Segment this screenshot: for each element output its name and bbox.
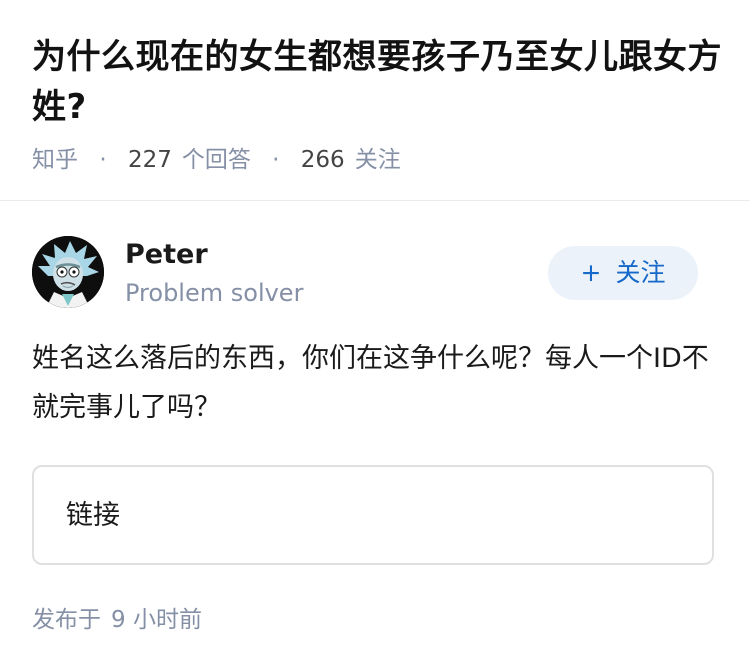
author-name[interactable]: Peter [125,238,208,272]
answer-content: 姓名这么落后的东西，你们在这争什么呢？每人一个ID不就完事儿了吗？ [32,343,709,423]
cartoon-character-avatar-icon [32,236,104,308]
answers-count: 227 [127,147,172,173]
publish-time-value: 9 小时前 [111,607,202,633]
question-header: 为什么现在的女生都想要孩子乃至女儿跟女方姓? 知乎 · 227 个回答 · 266… [0,0,750,201]
answers-label: 个回答 [181,147,251,173]
link-card-label: 链接 [66,500,120,531]
link-card[interactable]: 链接 [32,465,714,565]
followers-count: 266 [300,147,345,173]
question-meta: 知乎 · 227 个回答 · 266 关注 [32,143,401,177]
section-divider [0,200,750,201]
followers-label: 关注 [354,147,401,173]
meta-separator: · [99,147,107,173]
follow-button[interactable]: + 关注 [548,246,698,300]
plus-icon: + [580,258,602,287]
question-title[interactable]: 为什么现在的女生都想要孩子乃至女儿跟女方姓? [32,32,722,132]
source-label[interactable]: 知乎 [32,147,78,173]
meta-separator: · [272,147,280,173]
author-avatar[interactable] [32,236,104,308]
publish-label: 发布于 [32,607,101,633]
publish-time: 发布于 9 小时前 [32,603,202,637]
follow-button-label: 关注 [615,258,666,287]
author-bio: Problem solver [125,279,304,307]
